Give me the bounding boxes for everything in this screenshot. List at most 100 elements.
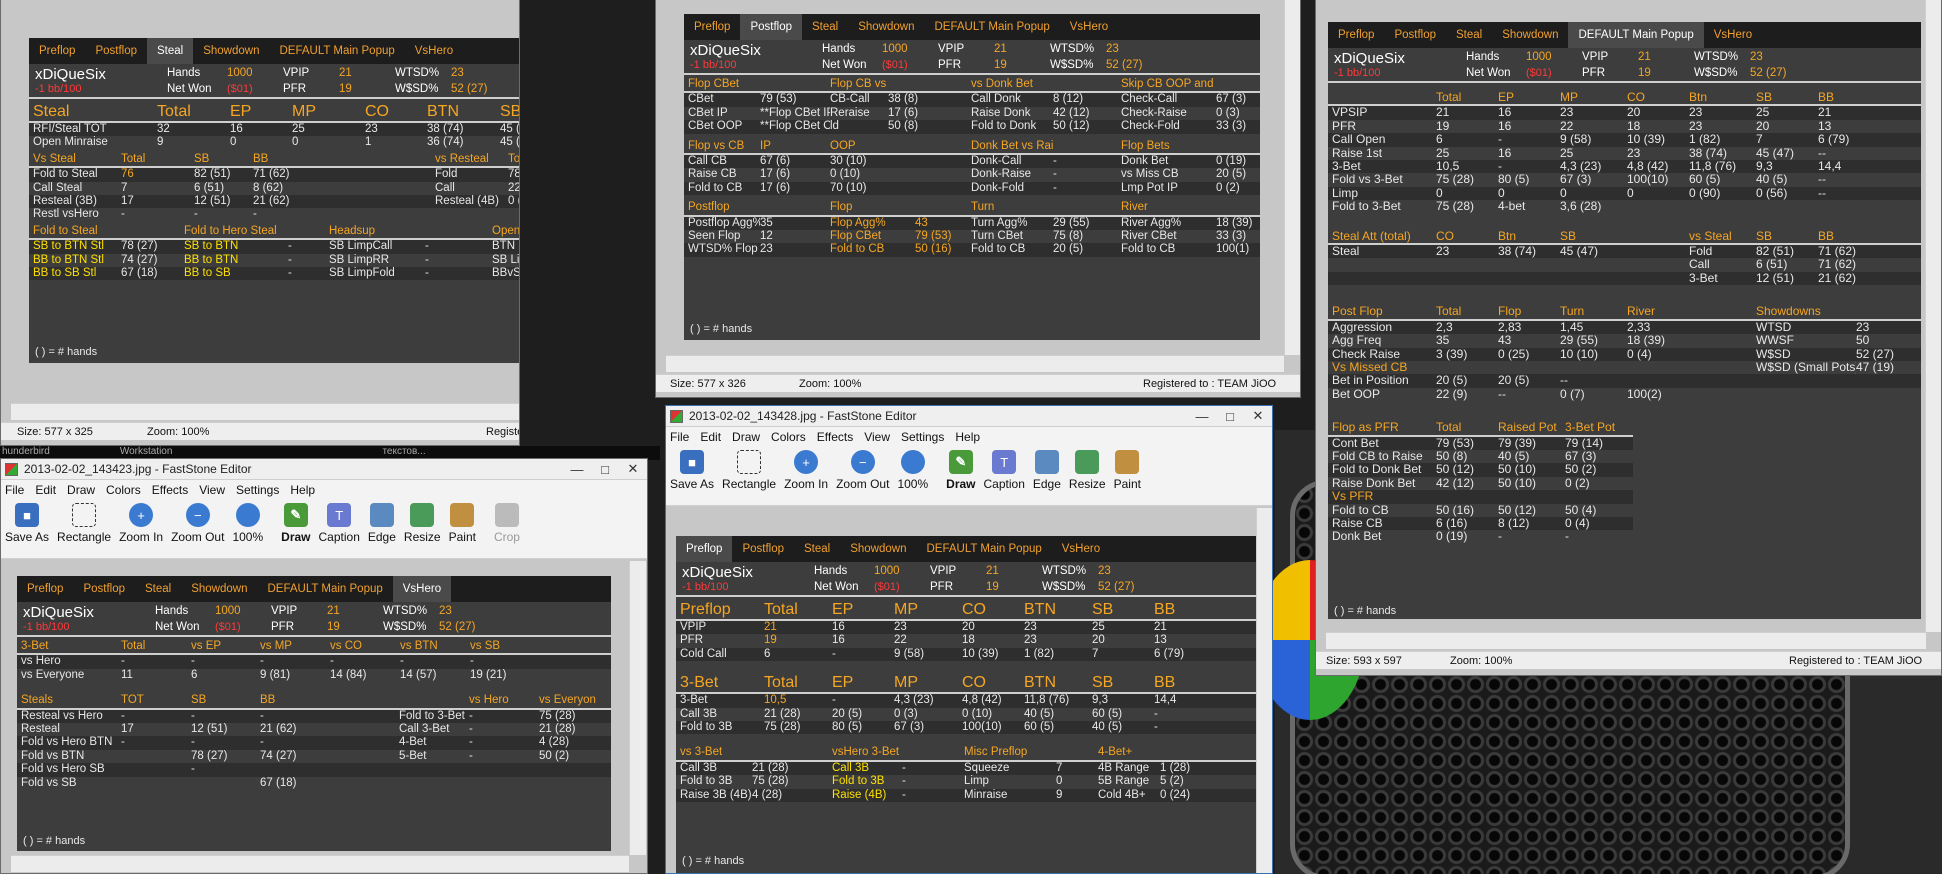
- maximize-icon[interactable]: □: [591, 462, 619, 477]
- edge-button[interactable]: Edge: [368, 503, 396, 544]
- editor-window-postflop[interactable]: Preflop Postflop Steal Showdown DEFAULT …: [655, 0, 1301, 398]
- zoom-level-button[interactable]: 100%: [897, 450, 928, 491]
- minimize-icon[interactable]: —: [1188, 409, 1216, 424]
- tab-steal[interactable]: Steal: [794, 536, 840, 562]
- tab-steal[interactable]: Steal: [135, 576, 181, 602]
- stat-cell: 0: [1560, 186, 1567, 200]
- tab-preflop[interactable]: Preflop: [676, 536, 733, 562]
- menu-settings[interactable]: Settings: [236, 483, 279, 497]
- resize-button[interactable]: Resize: [1069, 450, 1106, 491]
- horizontal-scrollbar[interactable]: [1326, 632, 1926, 649]
- stat-cell: -: [330, 655, 334, 668]
- editor-window-vshero[interactable]: 2013-02-02_143423.jpg - FastStone Editor…: [0, 458, 648, 874]
- tab-postflop[interactable]: Postflop: [732, 536, 794, 562]
- tab-showdown[interactable]: Showdown: [848, 14, 924, 40]
- tab-default-main-popup[interactable]: DEFAULT Main Popup: [924, 14, 1059, 40]
- stat-cell: [469, 777, 539, 790]
- stat-cell: [1689, 334, 1756, 347]
- horizontal-scrollbar[interactable]: [11, 855, 629, 872]
- close-icon[interactable]: ✕: [1244, 408, 1272, 424]
- tab-steal[interactable]: Steal: [1446, 22, 1492, 48]
- tab-default-main-popup[interactable]: DEFAULT Main Popup: [269, 38, 404, 64]
- stat-cell: BBvSB PFR: [492, 267, 520, 280]
- tab-showdown[interactable]: Showdown: [1492, 22, 1568, 48]
- minimize-icon[interactable]: —: [563, 462, 591, 477]
- crop-button[interactable]: Crop: [494, 503, 520, 544]
- zoom-out-button[interactable]: − Zoom Out: [836, 450, 889, 491]
- column-header: [1627, 230, 1689, 243]
- tab-showdown[interactable]: Showdown: [840, 536, 916, 562]
- menu-effects[interactable]: Effects: [817, 430, 853, 444]
- horizontal-scrollbar[interactable]: [11, 403, 519, 420]
- paint-button[interactable]: Paint: [449, 503, 476, 544]
- vertical-scrollbar[interactable]: [1284, 0, 1300, 355]
- menu-edit[interactable]: Edit: [35, 483, 56, 497]
- editor-window-steal[interactable]: Preflop Postflop Steal Showdown DEFAULT …: [0, 0, 520, 446]
- menu-colors[interactable]: Colors: [106, 483, 141, 497]
- draw-button[interactable]: ✎ Draw: [946, 450, 976, 491]
- edge-button[interactable]: Edge: [1033, 450, 1061, 491]
- tab-preflop[interactable]: Preflop: [1328, 22, 1384, 48]
- tab-default-main-popup[interactable]: DEFAULT Main Popup: [257, 576, 392, 602]
- tab-vshero[interactable]: VsHero: [1704, 22, 1762, 48]
- caption-button[interactable]: T Caption: [984, 450, 1025, 491]
- menu-help[interactable]: Help: [955, 430, 980, 444]
- title-bar[interactable]: 2013-02-02_143423.jpg - FastStone Editor…: [1, 459, 647, 480]
- tab-showdown[interactable]: Showdown: [181, 576, 257, 602]
- tab-vshero[interactable]: VsHero: [392, 576, 452, 602]
- menu-draw[interactable]: Draw: [732, 430, 760, 444]
- menu-file[interactable]: File: [5, 483, 24, 497]
- tab-preflop[interactable]: Preflop: [29, 38, 85, 64]
- resize-button[interactable]: Resize: [404, 503, 441, 544]
- menu-view[interactable]: View: [864, 430, 890, 444]
- menu-help[interactable]: Help: [290, 483, 315, 497]
- vertical-scrollbar[interactable]: [629, 561, 646, 855]
- paint-button[interactable]: Paint: [1114, 450, 1141, 491]
- zoom-in-button[interactable]: + Zoom In: [784, 450, 828, 491]
- tab-steal[interactable]: Steal: [147, 38, 194, 64]
- tab-default-main-popup[interactable]: DEFAULT Main Popup: [916, 536, 1051, 562]
- menu-effects[interactable]: Effects: [152, 483, 188, 497]
- rectangle-button[interactable]: Rectangle: [722, 450, 776, 491]
- column-header: [1216, 78, 1260, 91]
- tab-postflop[interactable]: Postflop: [85, 38, 147, 64]
- tab-vshero[interactable]: VsHero: [1060, 14, 1118, 40]
- menu-file[interactable]: File: [670, 430, 689, 444]
- tab-showdown[interactable]: Showdown: [193, 38, 269, 64]
- vertical-scrollbar[interactable]: [1925, 0, 1941, 632]
- vertical-scrollbar[interactable]: [1256, 508, 1272, 873]
- editor-window-preflop[interactable]: 2013-02-02_143428.jpg - FastStone Editor…: [665, 405, 1273, 874]
- menu-draw[interactable]: Draw: [67, 483, 95, 497]
- zoom-out-button[interactable]: − Zoom Out: [171, 503, 224, 544]
- tab-vshero[interactable]: VsHero: [405, 38, 463, 64]
- stat-cell: [469, 763, 539, 776]
- stat-cell: 78 (27): [121, 240, 158, 253]
- horizontal-scrollbar[interactable]: [666, 355, 1284, 372]
- caption-button[interactable]: T Caption: [319, 503, 360, 544]
- save-as-button[interactable]: ■ Save As: [670, 450, 714, 491]
- zoom-in-button[interactable]: + Zoom In: [119, 503, 163, 544]
- tab-postflop[interactable]: Postflop: [1384, 22, 1446, 48]
- menu-settings[interactable]: Settings: [901, 430, 944, 444]
- maximize-icon[interactable]: □: [1216, 409, 1244, 424]
- stat-row: Fold to Donk Bet 50 (12) 50 (10) 50 (2): [1328, 463, 1633, 477]
- stat-row: Fold vs BTN 78 (27) 74 (27) 5-Bet - 50 (2): [17, 750, 611, 763]
- title-bar[interactable]: 2013-02-02_143428.jpg - FastStone Editor…: [666, 406, 1272, 427]
- rectangle-button[interactable]: Rectangle: [57, 503, 111, 544]
- menu-edit[interactable]: Edit: [700, 430, 721, 444]
- save-as-button[interactable]: ■ Save As: [5, 503, 49, 544]
- tab-vshero[interactable]: VsHero: [1052, 536, 1110, 562]
- tab-preflop[interactable]: Preflop: [684, 14, 740, 40]
- menu-view[interactable]: View: [199, 483, 225, 497]
- menu-colors[interactable]: Colors: [771, 430, 806, 444]
- close-icon[interactable]: ✕: [619, 461, 647, 477]
- draw-button[interactable]: ✎ Draw: [281, 503, 311, 544]
- tab-postflop[interactable]: Postflop: [73, 576, 135, 602]
- editor-window-default-popup[interactable]: Preflop Postflop Steal Showdown DEFAULT …: [1315, 0, 1942, 676]
- zoom-level-button[interactable]: 100%: [232, 503, 263, 544]
- tab-preflop[interactable]: Preflop: [17, 576, 73, 602]
- tab-default-main-popup[interactable]: DEFAULT Main Popup: [1568, 22, 1704, 48]
- tab-steal[interactable]: Steal: [802, 14, 848, 40]
- tab-postflop[interactable]: Postflop: [740, 14, 802, 40]
- column-header: [339, 153, 435, 166]
